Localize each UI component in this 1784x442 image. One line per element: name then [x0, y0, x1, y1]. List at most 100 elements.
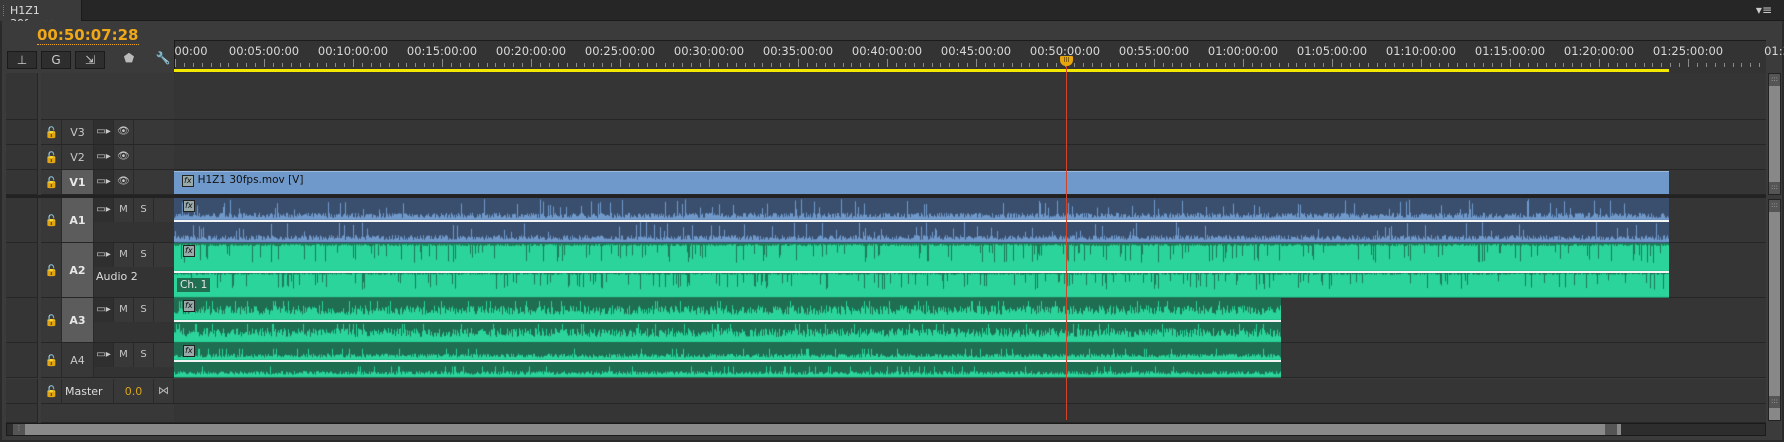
scroll-thumb[interactable]: [25, 424, 1621, 435]
scroll-grip-icon[interactable]: [1605, 424, 1617, 435]
lock-icon[interactable]: 🔓: [42, 298, 62, 342]
ruler-tick: [1429, 63, 1431, 67]
track-target-column[interactable]: [6, 343, 38, 378]
audio-clip[interactable]: fx Ch. 1: [174, 243, 1669, 298]
ruler-tick: [370, 63, 372, 67]
insert-overwrite-icon[interactable]: ⊥: [7, 51, 37, 69]
ruler-tick: [299, 63, 301, 67]
track-v2-lane[interactable]: [174, 145, 1766, 170]
lock-icon[interactable]: 🔓: [42, 198, 62, 242]
scroll-grip-icon[interactable]: :::: [1769, 74, 1780, 86]
eye-icon[interactable]: 👁: [114, 145, 134, 169]
wrench-settings-icon[interactable]: 🔧: [152, 51, 174, 69]
sync-lock-icon[interactable]: ▭▸: [94, 343, 114, 367]
solo-button[interactable]: S: [134, 343, 154, 367]
track-name[interactable]: V2: [62, 145, 94, 169]
sync-lock-icon[interactable]: ▭▸: [94, 145, 114, 169]
track-target-column[interactable]: [6, 170, 38, 195]
track-target-column[interactable]: [6, 379, 38, 404]
work-area-bar[interactable]: [174, 69, 1669, 72]
grip-icon[interactable]: [3, 5, 6, 16]
track-label: Audio 2: [96, 270, 138, 283]
mute-button[interactable]: M: [114, 343, 134, 367]
ruler-tick: [1759, 63, 1761, 67]
lock-icon[interactable]: 🔓: [42, 145, 62, 169]
ruler-tick: [361, 63, 363, 67]
track-target-column[interactable]: [6, 404, 38, 423]
audio-clip[interactable]: fx: [174, 198, 1669, 243]
empty-lane[interactable]: [174, 404, 1766, 423]
audio-clip[interactable]: fx: [174, 343, 1281, 378]
playhead-timecode[interactable]: 00:50:07:28: [37, 26, 139, 45]
ruler-tick: [1243, 59, 1244, 67]
panel-menu-icon[interactable]: ▾≡: [1756, 3, 1772, 17]
ruler-label: 00:45:00:00: [940, 44, 1012, 58]
master-volume[interactable]: 0.0: [114, 379, 154, 403]
track-target-column[interactable]: [6, 120, 38, 145]
track-v1-track-header: 🔓 V1 ▭▸ 👁: [41, 170, 174, 195]
track-name[interactable]: A1: [62, 198, 94, 242]
solo-button[interactable]: S: [134, 243, 154, 267]
track-target-column[interactable]: [6, 73, 38, 120]
add-marker-icon[interactable]: ⬟: [118, 51, 140, 69]
playhead-line[interactable]: [1066, 58, 1067, 420]
track-target-column[interactable]: [6, 298, 38, 343]
master-track-header: 🔓 Master 0.0 ⋈: [41, 379, 174, 404]
lock-icon[interactable]: 🔓: [42, 170, 62, 194]
lock-icon[interactable]: 🔓: [42, 120, 62, 144]
ruler-tick: [1688, 59, 1689, 67]
solo-button[interactable]: S: [134, 198, 154, 222]
ruler-tick: [1456, 63, 1458, 67]
track-target-column[interactable]: [6, 198, 38, 243]
ruler-tick: [709, 59, 710, 67]
track-name[interactable]: A3: [62, 298, 94, 342]
eye-icon[interactable]: 👁: [114, 120, 134, 144]
lock-icon[interactable]: 🔓: [42, 243, 62, 297]
mute-button[interactable]: M: [114, 298, 134, 322]
sync-lock-icon[interactable]: ▭▸: [94, 298, 114, 322]
track-target-column[interactable]: [6, 145, 38, 170]
track-name[interactable]: V1: [62, 170, 94, 194]
linked-selection-icon[interactable]: ⇲: [75, 51, 105, 69]
track-v3-lane[interactable]: [174, 120, 1766, 145]
video-empty-lane[interactable]: [174, 73, 1766, 120]
sync-lock-icon[interactable]: ▭▸: [94, 120, 114, 144]
audio-clip[interactable]: fx: [174, 298, 1281, 343]
ruler-tick: [335, 63, 337, 67]
ruler-tick: [842, 63, 844, 67]
tab-sequence[interactable]: H1Z1 30fps×: [0, 0, 82, 30]
ruler-tick: [1465, 63, 1467, 67]
master-lane[interactable]: [174, 379, 1766, 404]
scroll-grip-icon[interactable]: :::: [1769, 182, 1780, 194]
ruler-tick: [424, 63, 426, 67]
solo-button[interactable]: S: [134, 298, 154, 322]
ruler-tick: [477, 63, 479, 67]
mute-button[interactable]: M: [114, 198, 134, 222]
video-clip[interactable]: fx H1Z1 30fps.mov [V]: [174, 171, 1669, 194]
ruler-tick: [406, 63, 408, 67]
sync-lock-icon[interactable]: ▭▸: [94, 243, 114, 267]
bowtie-icon[interactable]: ⋈: [154, 379, 174, 403]
ruler-tick: [1723, 63, 1725, 67]
lock-icon[interactable]: 🔓: [42, 343, 62, 377]
sync-lock-icon[interactable]: ▭▸: [94, 198, 114, 222]
track-name[interactable]: V3: [62, 120, 94, 144]
audio-vertical-scrollbar[interactable]: ::: :::: [1768, 199, 1781, 421]
scroll-grip-icon[interactable]: ⋮: [13, 424, 25, 435]
track-target-column[interactable]: [6, 243, 38, 298]
track-name[interactable]: A4: [62, 343, 94, 377]
mute-button[interactable]: M: [114, 243, 134, 267]
lock-icon[interactable]: 🔓: [42, 379, 62, 403]
ruler-tick: [1403, 63, 1405, 67]
snap-magnet-icon[interactable]: G: [41, 51, 71, 69]
eye-icon[interactable]: 👁: [114, 170, 134, 194]
scroll-grip-icon[interactable]: :::: [1769, 396, 1780, 408]
track-name[interactable]: A2: [62, 243, 94, 297]
ruler-tick: [620, 59, 621, 67]
scroll-grip-icon[interactable]: :::: [1769, 200, 1780, 212]
video-vertical-scrollbar[interactable]: ::: :::: [1768, 73, 1781, 195]
ruler-tick: [967, 63, 969, 67]
sync-lock-icon[interactable]: ▭▸: [94, 170, 114, 194]
ruler-tick: [548, 63, 550, 67]
horizontal-scrollbar[interactable]: ⋮: [6, 423, 1766, 436]
